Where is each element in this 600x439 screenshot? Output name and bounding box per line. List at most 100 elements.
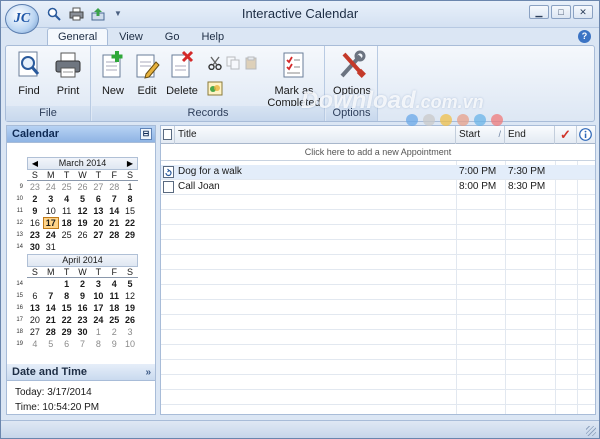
day-cell[interactable]: 15 (122, 205, 138, 217)
maximize-icon[interactable]: □ (551, 5, 571, 19)
title-column-header[interactable]: Title (175, 126, 456, 144)
day-cell[interactable]: 9 (106, 338, 122, 350)
next-month-icon[interactable]: ▶ (125, 158, 135, 169)
day-cell[interactable]: 8 (122, 193, 138, 205)
day-cell[interactable]: 1 (122, 181, 138, 193)
day-cell[interactable]: 19 (122, 302, 138, 314)
day-cell[interactable]: 4 (27, 338, 43, 350)
empty-row[interactable] (161, 360, 595, 375)
tab-view[interactable]: View (108, 28, 154, 46)
empty-row[interactable] (161, 345, 595, 360)
start-column-header[interactable]: Start / (456, 126, 505, 144)
day-cell[interactable]: 12 (122, 290, 138, 302)
day-cell[interactable]: 23 (75, 314, 91, 326)
day-cell[interactable]: 18 (106, 302, 122, 314)
pin-icon[interactable]: ⊟ (140, 128, 152, 140)
day-cell[interactable]: 10 (43, 205, 59, 217)
day-cell[interactable]: 17 (90, 302, 106, 314)
close-icon[interactable]: ✕ (573, 5, 593, 19)
day-cell[interactable]: 25 (106, 314, 122, 326)
day-cell[interactable]: 16 (27, 217, 43, 229)
day-cell[interactable]: 24 (90, 314, 106, 326)
info-icon[interactable] (577, 126, 595, 144)
empty-row[interactable] (161, 270, 595, 285)
prev-month-icon[interactable]: ◀ (30, 158, 40, 169)
day-cell[interactable]: 21 (43, 314, 59, 326)
day-cell[interactable]: 2 (106, 326, 122, 338)
type-column-icon[interactable] (161, 126, 175, 144)
paste-icon[interactable] (242, 54, 259, 71)
empty-row[interactable] (161, 225, 595, 240)
day-cell[interactable]: 22 (59, 314, 75, 326)
day-cell[interactable]: 28 (106, 181, 122, 193)
delete-button[interactable]: Delete (164, 50, 200, 97)
find-button[interactable]: Find (11, 50, 47, 97)
end-column-header[interactable]: End (505, 126, 555, 144)
day-cell[interactable]: 27 (90, 229, 106, 241)
day-cell[interactable]: 2 (75, 278, 91, 290)
empty-row[interactable] (161, 195, 595, 210)
day-cell[interactable]: 24 (43, 229, 59, 241)
tab-help[interactable]: Help (190, 28, 235, 46)
empty-row[interactable] (161, 390, 595, 405)
edit-button[interactable]: Edit (129, 50, 165, 97)
day-cell[interactable]: 7 (75, 338, 91, 350)
day-cell[interactable]: 30 (75, 326, 91, 338)
day-cell[interactable]: 25 (59, 229, 75, 241)
day-cell[interactable]: 2 (27, 193, 43, 205)
tab-general[interactable]: General (47, 28, 109, 46)
day-cell[interactable]: 9 (75, 290, 91, 302)
day-cell[interactable]: 4 (59, 193, 75, 205)
day-cell[interactable]: 11 (106, 290, 122, 302)
day-cell[interactable]: 29 (122, 229, 138, 241)
day-cell[interactable]: 8 (59, 290, 75, 302)
completed-check-icon[interactable]: ✓ (555, 126, 577, 144)
empty-row[interactable] (161, 255, 595, 270)
empty-row[interactable] (161, 375, 595, 390)
resize-grip-icon[interactable] (586, 426, 596, 436)
day-cell[interactable]: 23 (27, 181, 43, 193)
day-cell[interactable]: 11 (59, 205, 75, 217)
day-cell[interactable]: 1 (59, 278, 75, 290)
day-cell[interactable]: 27 (90, 181, 106, 193)
day-cell[interactable]: 25 (59, 181, 75, 193)
day-cell[interactable]: 24 (43, 181, 59, 193)
appointment-row[interactable]: Call Joan 8:00 PM 8:30 PM (161, 180, 595, 195)
day-cell[interactable]: 23 (27, 229, 43, 241)
day-cell[interactable]: 28 (43, 326, 59, 338)
print-button[interactable]: Print (50, 50, 86, 97)
day-cell[interactable]: 30 (27, 241, 43, 253)
day-cell[interactable]: 13 (27, 302, 43, 314)
day-cell[interactable]: 13 (90, 205, 106, 217)
day-cell[interactable]: 5 (43, 338, 59, 350)
day-cell[interactable]: 12 (75, 205, 91, 217)
day-cell[interactable]: 22 (122, 217, 138, 229)
empty-row[interactable] (161, 300, 595, 315)
empty-row[interactable] (161, 405, 595, 414)
options-button[interactable]: Options (333, 50, 371, 97)
day-cell[interactable]: 31 (43, 241, 59, 253)
app-logo[interactable]: JC (5, 4, 39, 34)
day-cell[interactable]: 16 (75, 302, 91, 314)
day-cell[interactable]: 26 (75, 181, 91, 193)
day-cell[interactable]: 14 (43, 302, 59, 314)
day-cell[interactable]: 4 (106, 278, 122, 290)
new-button[interactable]: New (95, 50, 131, 97)
empty-row[interactable] (161, 315, 595, 330)
appointment-row[interactable]: Dog for a walk 7:00 PM 7:30 PM (161, 165, 595, 180)
day-cell[interactable]: 6 (90, 193, 106, 205)
calendar-color-icon[interactable] (206, 79, 223, 96)
tab-go[interactable]: Go (154, 28, 191, 46)
day-cell[interactable]: 10 (90, 290, 106, 302)
day-cell[interactable]: 15 (59, 302, 75, 314)
cut-icon[interactable] (206, 54, 223, 71)
day-cell[interactable]: 7 (106, 193, 122, 205)
day-cell[interactable]: 5 (75, 193, 91, 205)
collapse-chevron-icon[interactable]: » (145, 365, 151, 381)
add-appointment-row[interactable]: Click here to add a new Appointment (161, 144, 595, 161)
day-cell[interactable]: 10 (122, 338, 138, 350)
day-cell[interactable]: 7 (43, 290, 59, 302)
day-cell[interactable]: 3 (43, 193, 59, 205)
day-cell[interactable]: 14 (106, 205, 122, 217)
day-cell[interactable]: 5 (122, 278, 138, 290)
